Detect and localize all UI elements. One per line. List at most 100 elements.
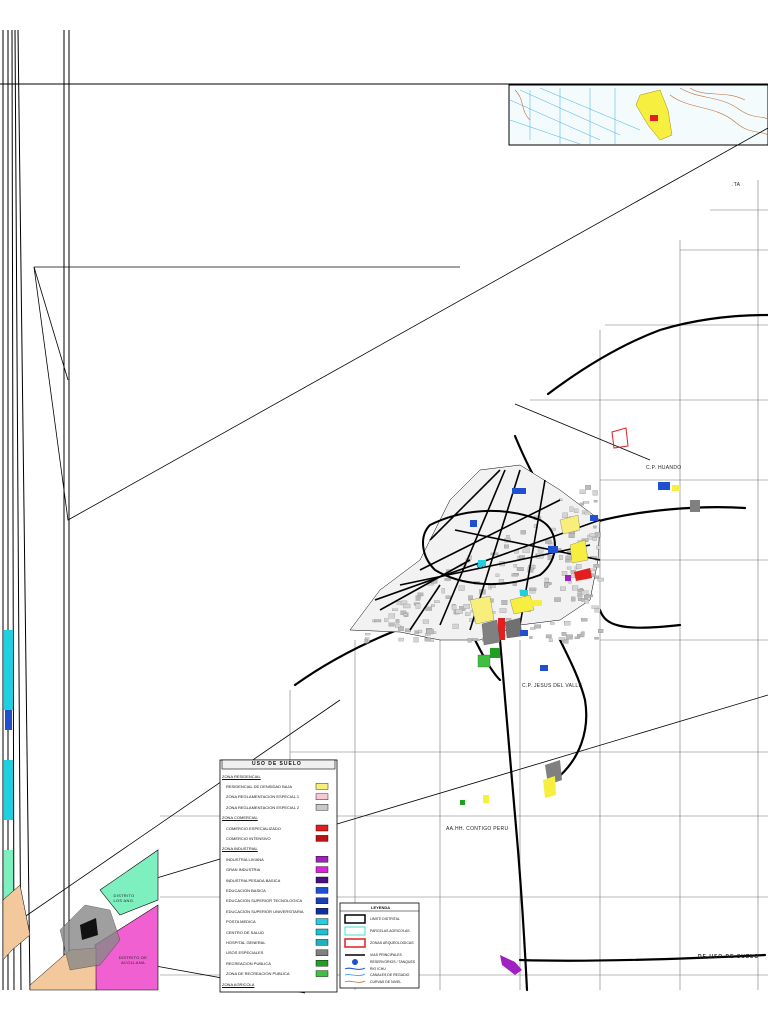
label-cp-huando: C.P. HUANDO	[646, 465, 682, 471]
urban-block	[581, 590, 589, 595]
urban-block	[529, 587, 537, 591]
legend-item-label: EDUCACION SUPERIOR TECNOLOGICA	[226, 898, 303, 904]
legend-item-label: ZONA RESIDENCIAL	[222, 773, 261, 779]
urban-block	[579, 489, 586, 494]
urban-block	[444, 578, 451, 581]
urban-block	[511, 573, 519, 577]
label-distrito-acollana: DISTRITO DE ACOLLANA	[118, 955, 148, 965]
symbol-legend-item-label: RIO ICHU	[370, 967, 386, 971]
urban-block	[560, 586, 566, 591]
left-strip-cyan-2	[4, 760, 13, 820]
urban-block	[403, 613, 408, 616]
urban-block	[458, 585, 465, 591]
urban-block	[569, 506, 574, 512]
urban-block	[418, 629, 423, 634]
legend-item-label: POSTA MEDICA	[226, 919, 256, 925]
urban-block	[529, 636, 533, 639]
legend-swatch	[315, 835, 329, 842]
urban-block	[395, 619, 400, 624]
urban-block	[398, 637, 404, 642]
urban-block	[430, 639, 434, 642]
urban-block	[568, 533, 575, 538]
urban-block	[495, 573, 500, 577]
urban-block	[513, 564, 517, 568]
urban-block	[596, 545, 601, 550]
urban-block	[559, 554, 563, 560]
urban-block	[571, 585, 579, 591]
urban-block	[506, 618, 512, 621]
label-cp-jesus-del-valle: C.P. JESUS DEL VALLE	[522, 683, 583, 689]
symbol-legend-item-label: VIAS PRINCIPALES	[370, 953, 402, 957]
urban-block	[388, 613, 396, 619]
legend-swatch	[315, 783, 329, 790]
urban-block	[388, 622, 395, 627]
urban-block	[594, 637, 599, 640]
urban-block	[597, 628, 604, 633]
legend-swatch	[315, 887, 329, 894]
legend-swatch	[315, 856, 329, 863]
symbol-legend-title: LEYENDA	[371, 905, 391, 910]
urban-block	[550, 622, 555, 625]
legend-item-label: ZONA REGLAMENTACION ESPECIAL 2	[226, 804, 300, 810]
legend-item-label: COMERCIO INTENSIVO	[226, 835, 271, 841]
legend-swatch	[315, 824, 329, 832]
urban-block	[465, 612, 471, 616]
legend-item-label: RESIDENCIAL DE DENSIDAD BAJA	[226, 783, 293, 789]
urban-block	[384, 618, 389, 622]
urban-block	[441, 588, 445, 594]
urban-block	[365, 632, 371, 636]
symbol-legend-item-label: ZONAS ARQUEOLOGICAS	[370, 941, 414, 945]
legend-swatch	[315, 918, 329, 925]
urban-block	[445, 595, 451, 599]
urban-block	[562, 512, 569, 519]
inset-location-map	[508, 84, 768, 146]
urban-block	[395, 624, 401, 628]
urban-block	[579, 502, 584, 506]
legend-swatch	[315, 939, 329, 946]
urban-block	[554, 597, 561, 602]
urban-block	[467, 638, 472, 643]
urban-block	[494, 552, 499, 556]
legend-item-label: INDUSTRIA LIVIANA	[226, 856, 264, 862]
urban-block	[544, 577, 549, 584]
legend-swatch	[315, 866, 329, 873]
urban-block	[584, 599, 589, 604]
legend-swatch	[315, 793, 329, 800]
urban-block	[413, 637, 419, 643]
urban-block	[522, 547, 530, 553]
urban-block	[589, 533, 596, 537]
legend-title: USO DE SUELO	[252, 761, 302, 767]
urban-block	[451, 604, 457, 610]
urban-block	[499, 608, 507, 613]
urban-block	[403, 603, 411, 609]
highways	[293, 313, 768, 992]
legend-item-label: EDUCACION SUPERIOR UNIVERSITARIA	[226, 908, 304, 914]
urban-block	[455, 609, 463, 614]
urban-block	[490, 584, 496, 588]
urban-block	[591, 605, 599, 609]
urban-block	[566, 566, 572, 570]
urban-block	[431, 604, 435, 608]
urban-block	[592, 490, 598, 496]
urban-block	[501, 600, 508, 605]
map-canvas	[0, 29, 768, 994]
urban-block	[519, 555, 525, 559]
urban-block	[561, 632, 567, 636]
urban-block	[574, 508, 579, 513]
urban-block	[520, 530, 526, 535]
legend-item-label: HOSPITAL GENERAL	[226, 939, 266, 945]
symbol-legend-item-label: LIMITE DISTRITAL	[370, 917, 400, 921]
legend-item-label: ZONA DE RECREACION PUBLICA	[226, 971, 290, 977]
legend-item-label: GRAN INDUSTRIA	[226, 867, 261, 873]
legend-item-label: INDUSTRIA PESADA BASICA	[226, 877, 281, 883]
legend-swatch	[315, 804, 329, 811]
urban-block	[426, 628, 434, 635]
urban-block	[568, 581, 572, 584]
legend-swatch	[315, 949, 329, 956]
urban-block	[580, 618, 588, 622]
label-bottom-right: DE USO DE SUELO	[698, 954, 760, 960]
urban-block	[592, 537, 597, 541]
legend-item-label: USOS ESPECIALES	[226, 950, 264, 956]
legend-swatch	[315, 876, 329, 884]
legend-item-label: ZONA INDUSTRIAL	[222, 846, 258, 852]
